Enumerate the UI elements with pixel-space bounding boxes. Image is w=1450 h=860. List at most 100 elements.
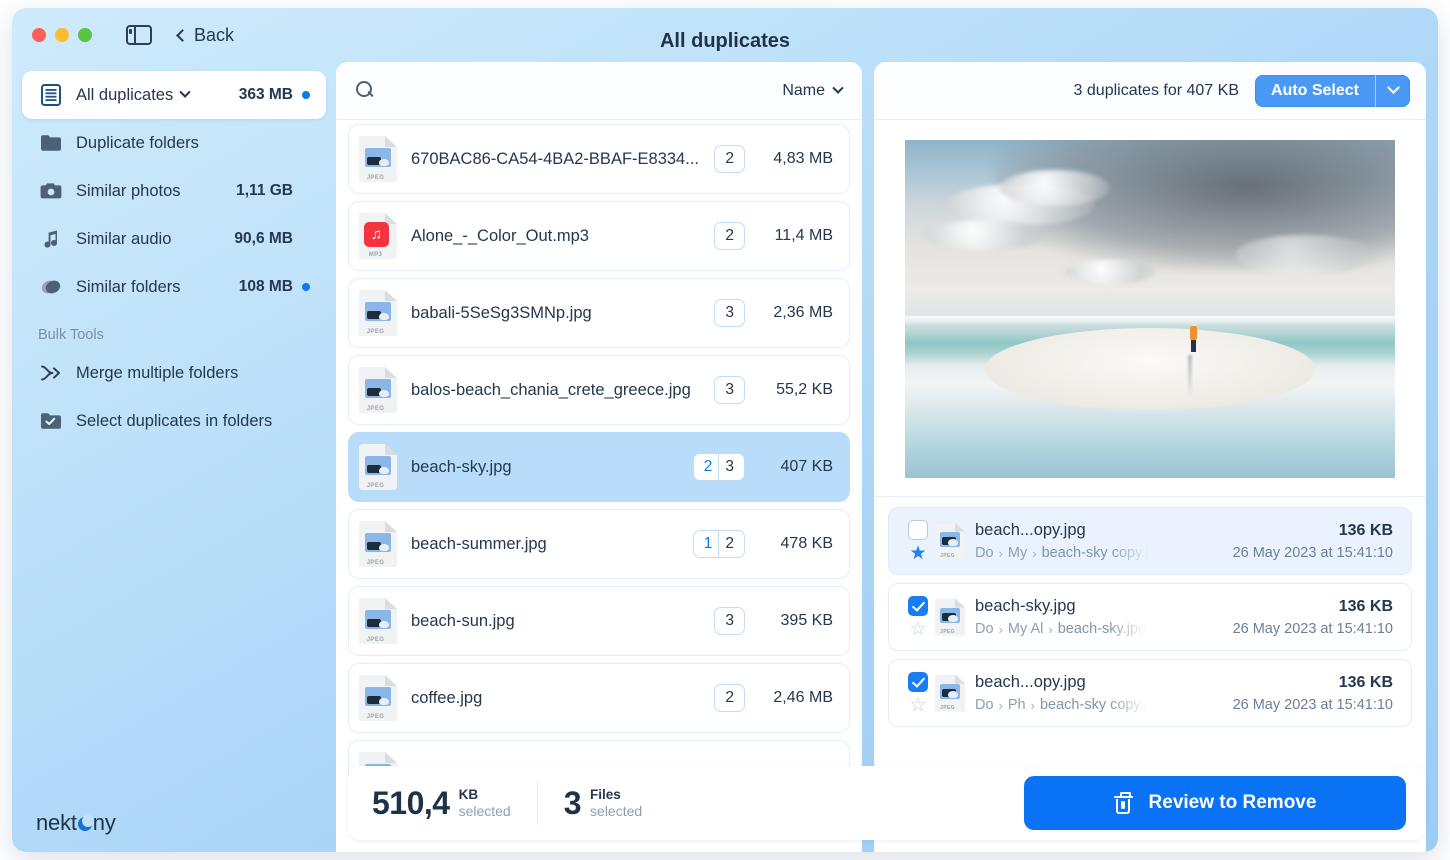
file-type-label: JPEG [366,714,385,720]
file-name: Alone_-_Color_Out.mp3 [411,226,589,245]
back-button[interactable]: Back [176,24,235,46]
table-row[interactable]: JPEG coffee.jpg 2 2,46 MB [348,663,850,733]
sort-dropdown[interactable]: Name [782,82,844,100]
sidebar-item-select-duplicates[interactable]: Select duplicates in folders [22,397,326,445]
row-checkbox[interactable] [908,595,928,616]
sidebar-item-merge-folders[interactable]: Merge multiple folders [22,349,326,397]
file-name: beach-sun.jpg [411,611,515,630]
file-size: 4,83 MB [773,150,833,167]
merge-arrow-icon [38,363,64,383]
sidebar-item-duplicate-folders[interactable]: Duplicate folders [22,119,326,167]
table-row[interactable]: JPEG beach-summer.jpg 1 2 478 KB [348,509,850,579]
breadcrumb-item: Do [975,621,994,637]
zoom-button[interactable] [78,28,92,42]
table-row[interactable]: JPEG balos-beach_chania_crete_greece.jpg… [348,355,850,425]
logo-moon-icon [77,815,94,831]
image-preview[interactable] [905,140,1395,478]
chevron-down-icon[interactable] [179,86,191,98]
selected-count: 2 [703,458,713,475]
review-button-label: Review to Remove [1148,792,1317,813]
row-markers: ☆ [901,671,935,715]
list-toolbar: Name [336,62,862,120]
file-type-label: JPEG [366,329,385,335]
checkbox-folder-icon [38,412,64,430]
file-size: 55,2 KB [776,381,833,398]
sidebar-item-similar-photos[interactable]: Similar photos 1,11 GB [22,167,326,215]
file-type-label: JPEG [366,406,385,412]
jpeg-file-icon: JPEG [359,290,397,336]
breadcrumb-item: Do [975,697,994,713]
jpeg-file-icon: JPEG [935,598,965,636]
breadcrumb-item: My [1007,545,1028,561]
sidebar-item-similar-folders[interactable]: Similar folders 108 MB [22,263,326,311]
close-button[interactable] [32,28,46,42]
cloud-shape [1000,170,1110,206]
app-window: Back All duplicates All duplicates 363 M… [12,8,1438,852]
star-icon[interactable]: ☆ [909,696,926,715]
auto-select-button-group[interactable]: Auto Select [1254,74,1410,107]
row-content: beach...opy.jpg 136 KB Do › My › beach-s… [975,521,1393,561]
window-body: All duplicates 363 MB Duplicate folders [12,62,1438,852]
star-icon[interactable]: ☆ [909,620,926,639]
sidebar-item-label: Select duplicates in folders [76,411,273,430]
selected-size-number: 510,4 [372,784,450,821]
list-item[interactable]: ★ JPEG beach...opy.jpg 136 KB Do › My › … [888,507,1412,575]
star-icon[interactable]: ★ [909,544,926,563]
row-checkbox[interactable] [908,671,928,692]
file-list[interactable]: JPEG 670BAC86-CA54-4BA2-BBAF-E8334... 2 … [336,120,862,852]
breadcrumb-item: My Al [1007,621,1044,637]
duplicate-file-date: 26 May 2023 at 15:41:10 [1232,697,1393,713]
total-count: 2 [725,150,734,167]
sandbank-shape [985,328,1315,410]
total-count: 3 [725,458,734,475]
duplicates-summary: 3 duplicates for 407 KB [1073,81,1239,99]
file-type-label: JPEG [366,637,385,643]
screenshot-root: Back All duplicates All duplicates 363 M… [0,0,1450,860]
minimize-button[interactable] [55,28,69,42]
duplicate-file-name: beach...opy.jpg [975,521,1086,539]
sidebar-item-similar-audio[interactable]: Similar audio 90,6 MB [22,215,326,263]
breadcrumb-separator: › [1030,697,1035,713]
row-checkbox[interactable] [908,519,928,540]
selected-size-caption: selected [458,802,511,819]
logo-text-post: ny [92,810,116,835]
jpeg-file-icon: JPEG [359,444,397,490]
sidebar-item-size: 90,6 MB [234,230,293,247]
row-markers: ☆ [901,595,935,639]
duplicate-count-badge: 1 2 [692,530,745,558]
breadcrumb-item: beach-sky.jpg [1057,621,1147,637]
row-content: beach-sky.jpg 136 KB Do › My Al › beach-… [975,597,1393,637]
jpeg-file-icon: JPEG [359,675,397,721]
table-row[interactable]: JPEG 670BAC86-CA54-4BA2-BBAF-E8334... 2 … [348,124,850,194]
person-body [1190,326,1197,340]
breadcrumb-separator: › [998,697,1003,713]
search-input[interactable] [385,82,783,99]
sidebar-item-size: 108 MB [238,278,293,295]
person-legs [1191,339,1196,352]
file-type-label: JPEG [366,483,385,489]
list-item[interactable]: ☆ JPEG beach...opy.jpg 136 KB Do › Ph › … [888,659,1412,727]
file-name: beach-sky.jpg [411,457,512,476]
sidebar-toggle-icon[interactable] [126,25,152,45]
table-row-selected[interactable]: JPEG beach-sky.jpg 2 3 407 KB [348,432,850,502]
table-row[interactable]: JPEG babali-5SeSg3SMNp.jpg 3 2,36 MB [348,278,850,348]
auto-select-dropdown-button[interactable] [1376,75,1410,107]
table-row[interactable]: JPEG beach-sun.jpg 3 395 KB [348,586,850,656]
list-item[interactable]: ☆ JPEG beach-sky.jpg 136 KB Do › My Al ›… [888,583,1412,651]
selected-files-stat: 3 Files selected [564,785,642,822]
row-content: beach...opy.jpg 136 KB Do › Ph › beach-s… [975,673,1393,713]
table-row[interactable]: ♫ MP3 Alone_-_Color_Out.mp3 2 11,4 MB [348,201,850,271]
title-bar: Back All duplicates [12,8,1438,62]
sidebar-section-title: Bulk Tools [38,327,104,343]
search-icon [356,81,375,100]
status-badge-dot [302,91,310,99]
back-button-label: Back [194,24,235,45]
breadcrumb-separator: › [1032,545,1037,561]
total-count: 3 [725,304,734,321]
review-to-remove-button[interactable]: Review to Remove [1024,776,1406,830]
auto-select-button[interactable]: Auto Select [1255,75,1375,107]
list-document-icon [38,84,64,106]
file-size: 2,46 MB [773,689,833,706]
sidebar-item-all-duplicates[interactable]: All duplicates 363 MB [22,71,326,119]
jpeg-file-icon: JPEG [935,522,965,560]
